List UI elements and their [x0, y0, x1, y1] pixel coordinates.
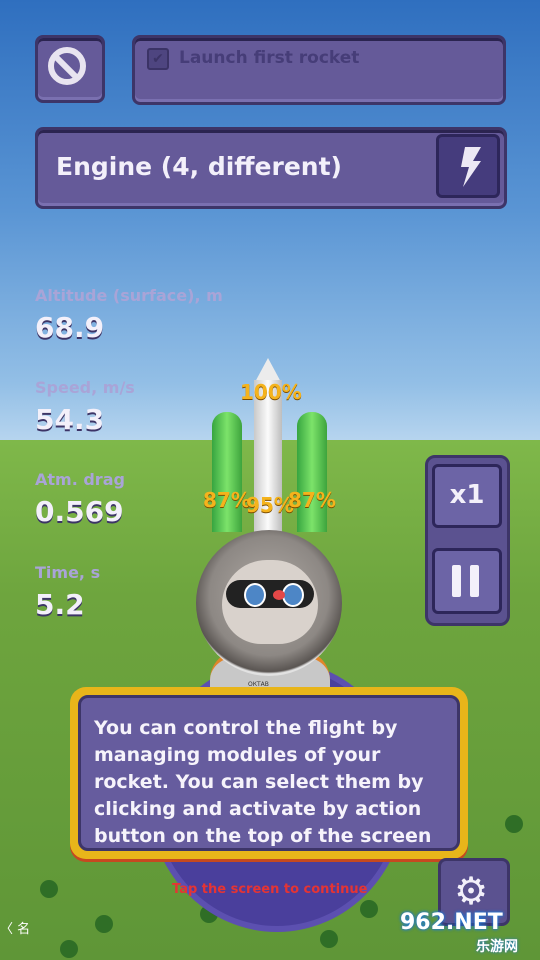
pause-icon: [452, 565, 461, 597]
gear-icon: ⚙: [454, 869, 489, 913]
tree: [40, 880, 58, 898]
activate-button[interactable]: [436, 134, 500, 198]
drag-value: 0.569: [35, 495, 124, 528]
time-label: Time, s: [35, 563, 101, 582]
cancel-button[interactable]: [35, 35, 105, 103]
left-booster[interactable]: [212, 412, 242, 532]
mission-label: Launch first rocket: [179, 48, 360, 68]
time-value: 5.2: [35, 588, 85, 621]
right-booster[interactable]: [297, 412, 327, 532]
time-speed-button[interactable]: x1: [432, 464, 502, 528]
left-booster-percent: 87%: [203, 488, 251, 512]
raccoon-nose: [273, 590, 285, 600]
top-module-percent: 100%: [240, 380, 302, 404]
tutorial-dialog[interactable]: You can control the flight by managing m…: [70, 687, 468, 859]
watermark-bottom: 乐游网: [476, 939, 518, 955]
tree: [505, 815, 523, 833]
tree: [320, 930, 338, 948]
side-controls: x1: [425, 455, 510, 626]
back-button[interactable]: 〈 名: [0, 916, 32, 944]
engine-label: Engine (4, different): [56, 152, 342, 181]
altitude-value: 68.9: [35, 311, 105, 344]
center-percent: 95%: [246, 493, 294, 517]
tree: [60, 940, 78, 958]
engine-panel[interactable]: Engine (4, different): [35, 127, 507, 209]
right-booster-percent: 87%: [288, 488, 336, 512]
mission-checkbox: ✔: [147, 48, 169, 70]
lightning-icon: [461, 147, 481, 187]
tree: [360, 900, 378, 918]
speed-label: Speed, m/s: [35, 378, 135, 397]
watermark-logo: 962.NET 乐游网: [400, 910, 535, 956]
eye-icon: [244, 583, 266, 607]
continue-hint: Tap the screen to continue: [172, 882, 368, 897]
speed-value: 54.3: [35, 403, 105, 436]
eye-icon: [282, 583, 304, 607]
altitude-label: Altitude (surface), m: [35, 286, 223, 305]
pause-button[interactable]: [432, 548, 502, 614]
drag-label: Atm. drag: [35, 470, 125, 489]
cancel-icon: [48, 47, 86, 85]
tree: [95, 915, 113, 933]
mission-panel: ✔ Launch first rocket: [132, 35, 506, 105]
tutorial-text: You can control the flight by managing m…: [94, 717, 432, 847]
pause-icon: [470, 565, 479, 597]
watermark-top: 962.NET: [400, 910, 503, 935]
